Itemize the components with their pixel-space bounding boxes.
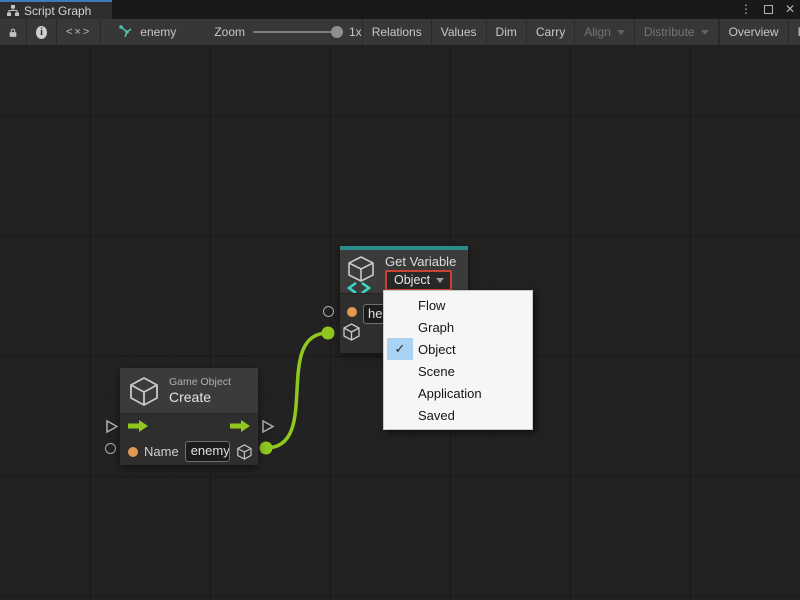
menu-item-saved[interactable]: Saved <box>384 404 532 426</box>
gameobject-port-cube-icon[interactable] <box>342 323 361 341</box>
variable-kind-menu: Flow Graph ✓ Object Scene Application Sa… <box>383 290 533 430</box>
tab-label: Script Graph <box>24 4 91 18</box>
gv-node-title: Get Variable <box>385 254 456 269</box>
menu-item-flow[interactable]: Flow <box>384 294 532 316</box>
graph-canvas[interactable]: Get Variable Object he Game Object Creat… <box>0 46 800 600</box>
gameobject-output-cube-icon[interactable] <box>236 443 253 461</box>
info-icon: i <box>36 26 47 39</box>
gv-kind-dropdown[interactable]: Object <box>385 270 452 291</box>
graph-hierarchy-icon <box>7 5 19 16</box>
zoom-control: Zoom 1x <box>214 19 361 45</box>
create-flow-row <box>120 414 258 438</box>
maximize-icon[interactable] <box>762 0 774 19</box>
menu-item-scene[interactable]: Scene <box>384 360 532 382</box>
align-button[interactable]: Align <box>575 19 635 45</box>
wire-source-dot[interactable] <box>260 442 273 455</box>
menu-item-object[interactable]: ✓ Object <box>384 338 532 360</box>
lock-icon <box>9 26 17 39</box>
overview-button[interactable]: Overview <box>720 19 789 45</box>
wire-target-dot[interactable] <box>322 327 335 340</box>
menu-item-graph[interactable]: Graph <box>384 316 532 338</box>
connection-wire[interactable] <box>266 333 328 448</box>
flow-input-port[interactable] <box>105 419 119 434</box>
gameobject-cube-icon <box>128 375 160 407</box>
info-button[interactable]: i <box>27 19 57 45</box>
gv-node-header: Get Variable Object <box>340 250 468 293</box>
gv-name-port-dot[interactable] <box>347 307 357 317</box>
name-field[interactable]: enemy <box>185 441 231 462</box>
graph-breadcrumb-icon <box>119 25 134 39</box>
zoom-slider[interactable] <box>253 31 341 33</box>
value-input-port[interactable] <box>105 443 116 454</box>
create-node-title: Create <box>169 389 231 406</box>
check-icon: ✓ <box>387 338 413 360</box>
dim-button[interactable]: Dim <box>487 19 527 45</box>
relations-button[interactable]: Relations <box>363 19 432 45</box>
title-bar: Script Graph ⋮ ✕ <box>0 0 800 19</box>
zoom-value: 1x <box>349 25 362 39</box>
code-icon: <×> <box>66 26 91 38</box>
flow-output-port[interactable] <box>261 419 275 434</box>
window-controls: ⋮ ✕ <box>740 0 796 19</box>
variable-cube-icon <box>346 256 376 282</box>
tab-script-graph[interactable]: Script Graph <box>0 0 112 19</box>
flow-out-arrow-icon[interactable] <box>230 420 250 432</box>
graph-toolbar: i <×> enemy Zoom 1x Relations Values Dim… <box>0 19 800 46</box>
breadcrumb-label: enemy <box>140 25 176 39</box>
flow-in-arrow-icon[interactable] <box>128 420 148 432</box>
chevron-down-icon <box>436 278 444 283</box>
zoom-label: Zoom <box>214 25 245 39</box>
name-port-dot[interactable] <box>128 447 138 457</box>
create-name-row: Name enemy <box>120 438 258 465</box>
create-node[interactable]: Game Object Create Name enemy <box>120 368 258 465</box>
fullscreen-button[interactable]: Full Screen <box>789 19 800 45</box>
values-button[interactable]: Values <box>432 19 487 45</box>
close-icon[interactable]: ✕ <box>784 0 796 19</box>
code-brackets-icon <box>347 282 371 294</box>
carry-button[interactable]: Carry <box>527 19 575 45</box>
menu-item-application[interactable]: Application <box>384 382 532 404</box>
chevron-down-icon <box>701 30 709 35</box>
create-node-header: Game Object Create <box>120 368 258 413</box>
gv-name-input-port[interactable] <box>323 306 334 317</box>
name-label: Name <box>144 444 179 459</box>
window-menu-icon[interactable]: ⋮ <box>740 0 752 19</box>
breadcrumb[interactable]: enemy <box>109 19 186 45</box>
lock-button[interactable] <box>0 19 27 45</box>
create-node-supertitle: Game Object <box>169 376 231 389</box>
code-view-button[interactable]: <×> <box>57 19 101 45</box>
distribute-button[interactable]: Distribute <box>635 19 719 45</box>
zoom-slider-handle[interactable] <box>331 26 343 38</box>
chevron-down-icon <box>617 30 625 35</box>
